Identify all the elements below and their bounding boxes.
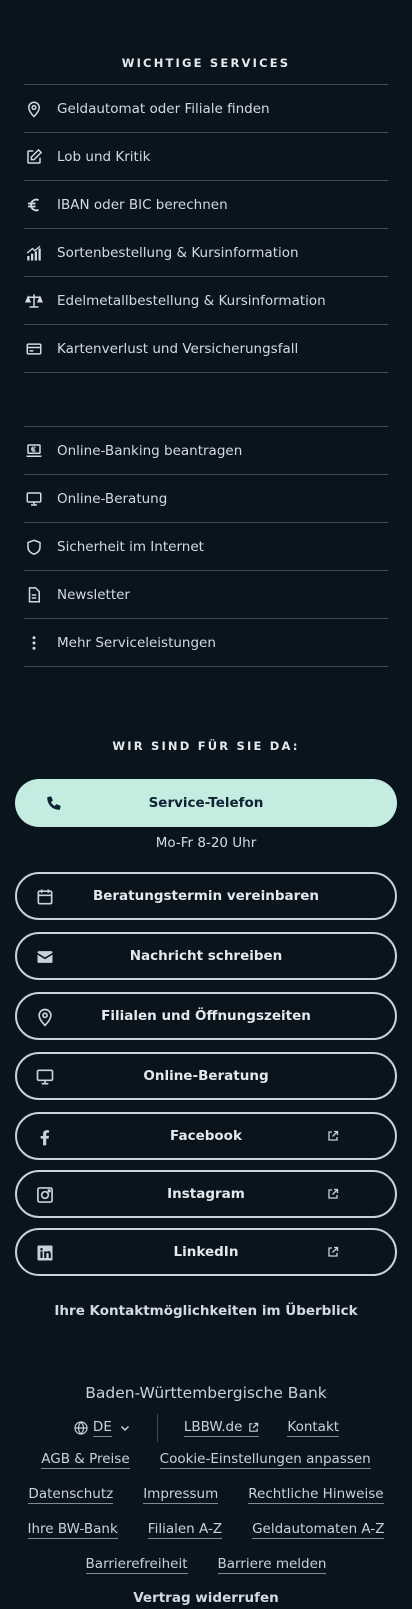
monitor-icon xyxy=(24,489,44,509)
appointment-button[interactable]: Beratungstermin vereinbaren xyxy=(15,872,397,920)
services-title: WICHTIGE SERVICES xyxy=(121,56,291,70)
branches-az-link[interactable]: Filialen A-Z xyxy=(147,1521,223,1539)
service-label: Mehr Serviceleistungen xyxy=(57,634,216,651)
kontakt-link[interactable]: Kontakt xyxy=(287,1419,340,1437)
document-icon xyxy=(24,585,44,605)
scale-icon xyxy=(24,291,44,311)
facebook-label: Facebook xyxy=(170,1128,242,1144)
footer-links-row: Barrierefreiheit Barriere melden xyxy=(0,1556,412,1574)
card-icon xyxy=(24,339,44,359)
online-consulting-button[interactable]: Online-Beratung xyxy=(15,1052,397,1100)
globe-icon xyxy=(74,1421,88,1435)
edit-icon xyxy=(24,147,44,167)
service-item-online-banking[interactable]: Online-Banking beantragen xyxy=(24,426,388,474)
cookie-settings-link[interactable]: Cookie-Einstellungen anpassen xyxy=(159,1451,371,1469)
service-label: Edelmetallbestellung & Kursinformation xyxy=(57,292,326,309)
footer-links-row: AGB & Preise Cookie-Einstellungen anpass… xyxy=(0,1451,412,1469)
service-label: Sortenbestellung & Kursinformation xyxy=(57,244,299,261)
service-label: Sicherheit im Internet xyxy=(57,538,204,555)
instagram-button[interactable]: Instagram xyxy=(15,1170,397,1218)
service-item-newsletter[interactable]: Newsletter xyxy=(24,570,388,618)
chart-icon xyxy=(24,243,44,263)
divider xyxy=(156,1414,158,1442)
datenschutz-link[interactable]: Datenschutz xyxy=(28,1486,114,1504)
appointment-label: Beratungstermin vereinbaren xyxy=(92,888,320,904)
bw-bank-link[interactable]: Ihre BW-Bank xyxy=(27,1521,118,1539)
more-vertical-icon xyxy=(24,633,44,653)
impressum-link[interactable]: Impressum xyxy=(143,1486,219,1504)
service-item-card-loss[interactable]: Kartenverlust und Versicherungsfall xyxy=(24,324,388,372)
service-label: Online-Banking beantragen xyxy=(57,442,243,459)
footer-links-row: Ihre BW-Bank Filialen A-Z Geldautomaten … xyxy=(0,1521,412,1539)
service-label: Geldautomat oder Filiale finden xyxy=(57,100,270,117)
service-item-iban[interactable]: IBAN oder BIC berechnen xyxy=(24,180,388,228)
service-label: Kartenverlust und Versicherungsfall xyxy=(57,340,299,357)
online-consulting-label: Online-Beratung xyxy=(143,1068,269,1084)
service-label: Online-Beratung xyxy=(57,490,168,507)
linkedin-label: LinkedIn xyxy=(173,1244,239,1260)
facebook-icon xyxy=(40,1130,50,1146)
lbbw-link-label: LBBW.de xyxy=(183,1419,243,1435)
monitor-icon xyxy=(36,1069,54,1085)
mail-icon xyxy=(37,951,53,963)
external-link-icon xyxy=(328,1246,339,1257)
service-label: IBAN oder BIC berechnen xyxy=(57,196,228,213)
map-pin-icon xyxy=(24,99,44,119)
service-phone-button[interactable]: Service-Telefon xyxy=(15,779,397,827)
branches-button[interactable]: Filialen und Öffnungszeiten xyxy=(15,992,397,1040)
service-item-online-consulting[interactable]: Online-Beratung xyxy=(24,474,388,522)
footer-links-row: Datenschutz Impressum Rechtliche Hinweis… xyxy=(0,1486,412,1504)
report-barrier-link[interactable]: Barriere melden xyxy=(217,1556,327,1574)
linkedin-button[interactable]: LinkedIn xyxy=(15,1228,397,1276)
linkedin-icon xyxy=(37,1245,53,1261)
service-item-security[interactable]: Sicherheit im Internet xyxy=(24,522,388,570)
legal-notes-link[interactable]: Rechtliche Hinweise xyxy=(248,1486,384,1504)
accessibility-link[interactable]: Barrierefreiheit xyxy=(85,1556,188,1574)
footer-language-row: DE LBBW.de Kontakt xyxy=(0,1414,412,1442)
facebook-button[interactable]: Facebook xyxy=(15,1112,397,1160)
service-item-atm[interactable]: Geldautomat oder Filiale finden xyxy=(24,84,388,132)
service-item-metals[interactable]: Edelmetallbestellung & Kursinformation xyxy=(24,276,388,324)
instagram-label: Instagram xyxy=(167,1186,245,1202)
service-item-more[interactable]: Mehr Serviceleistungen xyxy=(24,618,388,666)
divider xyxy=(24,666,388,667)
service-label: Lob und Kritik xyxy=(57,148,151,165)
message-button[interactable]: Nachricht schreiben xyxy=(15,932,397,980)
euro-icon xyxy=(24,195,44,215)
revoke-contract-link[interactable]: Vertrag widerrufen xyxy=(0,1590,412,1606)
map-pin-icon xyxy=(38,1008,52,1027)
branches-label: Filialen und Öffnungszeiten xyxy=(101,1008,311,1024)
phone-icon xyxy=(47,796,61,810)
services-list-secondary: Online-Banking beantragen Online-Beratun… xyxy=(24,426,388,667)
contact-title: WIR SIND FÜR SIE DA: xyxy=(112,739,300,753)
message-label: Nachricht schreiben xyxy=(129,948,283,964)
language-label: DE xyxy=(92,1419,112,1437)
service-label: Newsletter xyxy=(57,586,130,603)
calendar-icon xyxy=(37,889,53,905)
atm-az-link[interactable]: Geldautomaten A-Z xyxy=(252,1521,385,1539)
service-item-currency[interactable]: Sortenbestellung & Kursinformation xyxy=(24,228,388,276)
bank-name: Baden-Württembergische Bank xyxy=(85,1384,327,1402)
language-selector[interactable]: DE xyxy=(73,1419,131,1437)
laptop-euro-icon xyxy=(24,441,44,461)
lbbw-link[interactable]: LBBW.de xyxy=(183,1419,260,1437)
service-phone-label: Service-Telefon xyxy=(148,795,264,811)
external-link-icon xyxy=(328,1188,339,1199)
instagram-icon xyxy=(37,1187,53,1203)
agb-link[interactable]: AGB & Preise xyxy=(41,1451,130,1469)
external-link-icon xyxy=(249,1422,259,1432)
service-item-feedback[interactable]: Lob und Kritik xyxy=(24,132,388,180)
contact-overview-link[interactable]: Ihre Kontaktmöglichkeiten im Überblick xyxy=(0,1303,412,1319)
chevron-down-icon xyxy=(120,1425,129,1432)
services-list-primary: Geldautomat oder Filiale finden Lob und … xyxy=(24,84,388,373)
divider xyxy=(24,372,388,373)
shield-icon xyxy=(24,537,44,557)
external-link-icon xyxy=(328,1130,339,1141)
service-hours: Mo-Fr 8-20 Uhr xyxy=(155,835,257,851)
